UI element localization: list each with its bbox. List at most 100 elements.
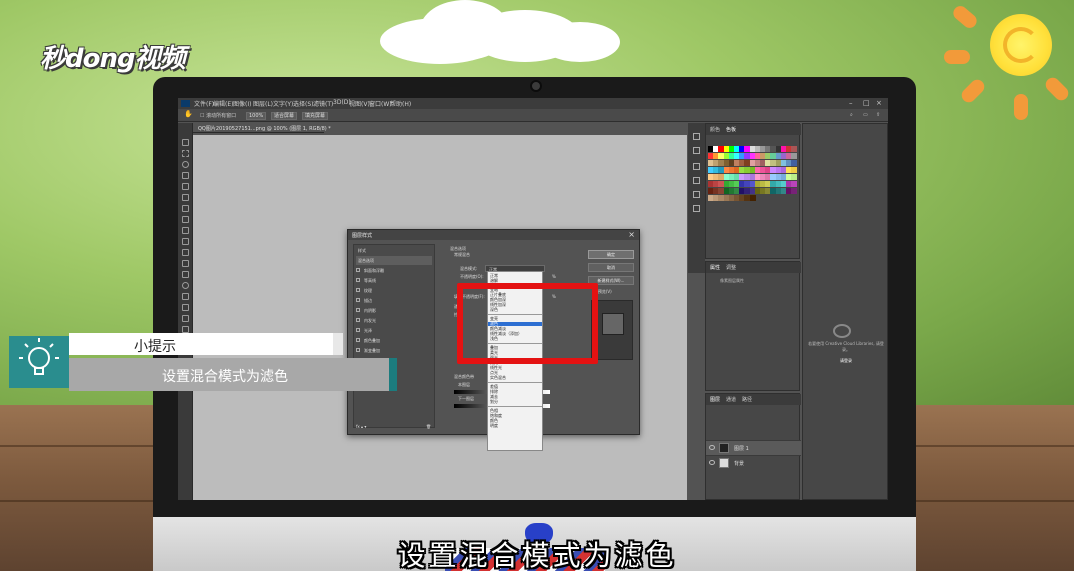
color-swatch[interactable] <box>791 160 798 166</box>
style-checkbox[interactable] <box>356 338 360 342</box>
minimize-icon[interactable]: – <box>849 99 853 107</box>
style-checkbox[interactable] <box>356 308 360 312</box>
document-tab-title: QQ图片20190527151...png @ 100% (图层 1, RGB/… <box>198 126 331 132</box>
shape-tool-icon[interactable] <box>182 326 189 333</box>
color-swatch[interactable] <box>749 195 756 201</box>
style-checkbox[interactable] <box>356 288 360 292</box>
move-tool-icon[interactable] <box>182 139 189 146</box>
path-select-tool-icon[interactable] <box>182 315 189 322</box>
gradient-tool-icon[interactable] <box>182 260 189 267</box>
paragraph-panel-icon[interactable] <box>693 205 700 212</box>
style-item[interactable]: 颜色叠加 <box>356 336 432 345</box>
trash-icon[interactable]: 🗑 <box>426 424 431 429</box>
workspace-icon[interactable]: ▭ <box>863 112 868 118</box>
history-panel-icon[interactable] <box>693 133 700 140</box>
tab-color[interactable]: 颜色 <box>710 126 720 133</box>
adjust-panel-icon[interactable] <box>693 177 700 184</box>
color-swatch[interactable] <box>791 188 798 194</box>
style-item[interactable]: 光泽 <box>356 326 432 335</box>
menu-filter[interactable]: 滤镜(T) <box>313 99 333 108</box>
menu-file[interactable]: 文件(F) <box>194 99 214 108</box>
style-item[interactable]: 斜面和浮雕 <box>356 266 432 275</box>
color-swatch[interactable] <box>791 174 798 180</box>
style-item[interactable]: 混合选项 <box>356 256 432 265</box>
style-checkbox[interactable] <box>356 268 360 272</box>
lasso-tool-icon[interactable] <box>182 161 189 168</box>
menu-select[interactable]: 选择(S) <box>293 99 314 108</box>
blend-mode-option[interactable]: 划分 <box>490 400 498 404</box>
tab-swatches[interactable]: 色板 <box>726 126 736 133</box>
type-tool-icon[interactable] <box>182 304 189 311</box>
blend-mode-option[interactable]: 明度 <box>490 424 498 428</box>
menu-layer[interactable]: 图层(L) <box>253 99 273 108</box>
layer-row[interactable]: 背景 <box>706 455 801 470</box>
search-icon[interactable]: ⌕ <box>850 112 853 118</box>
style-checkbox[interactable] <box>356 278 360 282</box>
blend-mode-option[interactable]: 实色混合 <box>490 376 506 380</box>
menu-image[interactable]: 图像(I) <box>233 99 251 108</box>
clone-stamp-tool-icon[interactable] <box>182 227 189 234</box>
crop-tool-icon[interactable] <box>182 183 189 190</box>
fill-screen-button[interactable]: 填充屏幕 <box>302 112 329 120</box>
maximize-icon[interactable]: □ <box>863 99 870 107</box>
fx-icon[interactable]: fx ▴ ▾ <box>356 424 366 429</box>
fit-screen-button[interactable]: 适合屏幕 <box>271 112 298 120</box>
character-panel-icon[interactable] <box>693 191 700 198</box>
marquee-tool-icon[interactable] <box>182 150 189 157</box>
style-checkbox[interactable] <box>356 318 360 322</box>
tab-paths[interactable]: 路径 <box>742 396 752 403</box>
layer-row[interactable]: 图层 1 <box>706 440 801 455</box>
color-swatch[interactable] <box>791 167 798 173</box>
brush-panel-icon[interactable] <box>693 163 700 170</box>
color-swatch[interactable] <box>791 146 798 152</box>
close-icon[interactable]: × <box>628 230 635 239</box>
layer-thumbnail <box>719 458 729 468</box>
document-tab[interactable]: QQ图片20190527151...png @ 100% (图层 1, RGB/… <box>193 123 331 133</box>
dodge-tool-icon[interactable] <box>182 282 189 289</box>
brand-logo: 秒dong视频 <box>40 44 186 74</box>
style-checkbox[interactable] <box>356 348 360 352</box>
menu-help[interactable]: 帮助(H) <box>390 99 411 108</box>
webcam-icon <box>530 80 542 92</box>
style-checkbox[interactable] <box>356 298 360 302</box>
style-item[interactable]: 渐变叠加 <box>356 346 432 355</box>
actions-panel-icon[interactable] <box>693 147 700 154</box>
style-item[interactable]: 描边 <box>356 296 432 305</box>
style-item[interactable]: 等高线 <box>356 276 432 285</box>
visibility-eye-icon[interactable] <box>709 460 715 465</box>
libraries-login-link[interactable]: 请登录 <box>807 358 885 364</box>
tab-properties[interactable]: 属性 <box>710 264 720 271</box>
scroll-all-windows-checkbox[interactable]: ☐ 滚动所有窗口 <box>200 112 236 119</box>
color-swatch[interactable] <box>791 153 798 159</box>
style-item[interactable]: 内阴影 <box>356 306 432 315</box>
blur-tool-icon[interactable] <box>182 271 189 278</box>
color-swatch[interactable] <box>791 181 798 187</box>
visibility-eye-icon[interactable] <box>709 445 715 450</box>
close-window-icon[interactable]: × <box>876 99 882 107</box>
style-item[interactable]: 内发光 <box>356 316 432 325</box>
share-icon[interactable]: ⇪ <box>876 112 880 118</box>
dialog-title: 图层样式 <box>352 233 373 239</box>
menu-window[interactable]: 窗口(W) <box>369 99 392 108</box>
menu-type[interactable]: 文字(Y) <box>273 99 293 108</box>
zoom-100-button[interactable]: 100% <box>246 112 267 120</box>
pen-tool-icon[interactable] <box>182 293 189 300</box>
quick-select-tool-icon[interactable] <box>182 172 189 179</box>
tab-layers[interactable]: 图层 <box>710 396 720 403</box>
style-checkbox[interactable] <box>356 328 360 332</box>
eyedropper-tool-icon[interactable] <box>182 194 189 201</box>
tab-adjustments[interactable]: 调整 <box>726 264 736 271</box>
style-label: 描边 <box>364 298 372 303</box>
ok-button[interactable]: 确定 <box>588 250 634 259</box>
eraser-tool-icon[interactable] <box>182 249 189 256</box>
healing-brush-tool-icon[interactable] <box>182 205 189 212</box>
style-item[interactable]: 纹理 <box>356 286 432 295</box>
history-brush-tool-icon[interactable] <box>182 238 189 245</box>
blend-mode-label: 混合模式: <box>460 266 478 271</box>
swatch-grid[interactable] <box>708 146 798 226</box>
brush-tool-icon[interactable] <box>182 216 189 223</box>
menu-edit[interactable]: 编辑(E) <box>213 99 233 108</box>
cancel-button[interactable]: 取消 <box>588 263 634 272</box>
menu-view[interactable]: 视图(V) <box>349 99 370 108</box>
tab-channels[interactable]: 通道 <box>726 396 736 403</box>
